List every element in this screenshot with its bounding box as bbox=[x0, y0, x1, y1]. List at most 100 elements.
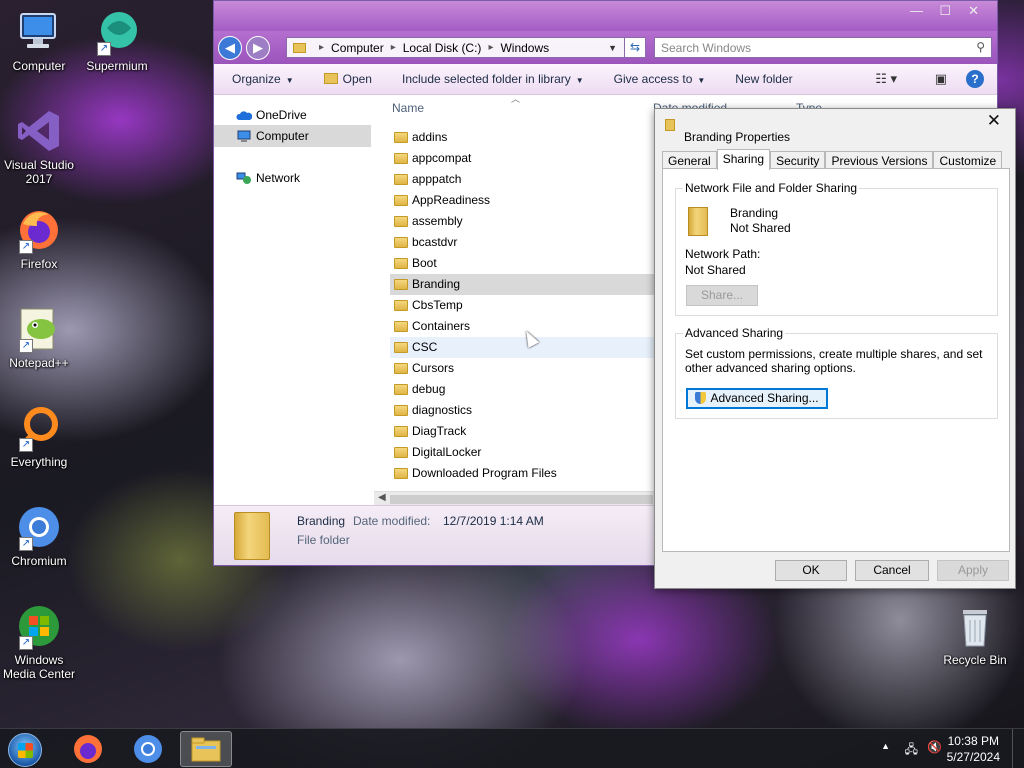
include-in-library-button[interactable]: Include selected folder in library ▼ bbox=[402, 72, 584, 86]
folder-icon bbox=[394, 426, 408, 437]
file-name: Downloaded Program Files bbox=[412, 466, 557, 480]
desktop-icon-firefox[interactable]: ↗ Firefox bbox=[1, 206, 77, 271]
organize-button[interactable]: Organize ▼ bbox=[232, 72, 294, 86]
file-name: DigitalLocker bbox=[412, 445, 482, 459]
give-access-button[interactable]: Give access to ▼ bbox=[614, 72, 706, 86]
advanced-sharing-group: Advanced Sharing Set custom permissions,… bbox=[675, 326, 998, 419]
folder-icon bbox=[394, 153, 408, 164]
desktop-icon-computer[interactable]: Computer bbox=[1, 8, 77, 73]
maximize-icon[interactable]: ☐ bbox=[939, 3, 951, 19]
taskbar-chromium[interactable] bbox=[122, 731, 174, 767]
minimize-icon[interactable]: — bbox=[910, 3, 923, 18]
folder-icon bbox=[234, 512, 270, 560]
file-name: bcastdvr bbox=[412, 235, 458, 249]
apply-button[interactable]: Apply bbox=[937, 560, 1009, 581]
file-name: apppatch bbox=[412, 172, 462, 186]
back-button[interactable]: ◀ bbox=[218, 36, 242, 60]
group-title: Advanced Sharing bbox=[683, 326, 786, 340]
dialog-title: Branding Properties bbox=[684, 130, 791, 144]
folder-icon bbox=[394, 468, 408, 479]
file-name: Cursors bbox=[412, 361, 455, 375]
show-desktop-button[interactable] bbox=[1012, 729, 1024, 768]
desktop-icon-notepadpp[interactable]: ↗ Notepad++ bbox=[1, 305, 77, 370]
network-sharing-group: Network File and Folder Sharing Branding… bbox=[675, 181, 998, 316]
folder-icon bbox=[394, 447, 408, 458]
folder-icon bbox=[394, 132, 408, 143]
forward-button[interactable]: ▶ bbox=[246, 36, 270, 60]
file-name: debug bbox=[412, 382, 446, 396]
horizontal-scrollbar[interactable]: ◀ bbox=[374, 491, 659, 506]
sharing-tab-page: Network File and Folder Sharing Branding… bbox=[662, 168, 1010, 552]
command-bar: Organize ▼ Open Include selected folder i… bbox=[214, 64, 997, 95]
nav-item-computer[interactable]: Computer bbox=[214, 125, 371, 147]
preview-pane-icon[interactable]: ▣ bbox=[935, 71, 947, 87]
explorer-titlebar[interactable]: — ☐ ✕ bbox=[214, 1, 997, 31]
desktop-icon-windows-media-center[interactable]: ↗ Windows Media Center bbox=[1, 602, 77, 681]
desktop-icon-supermium[interactable]: ↗ Supermium bbox=[79, 8, 155, 73]
sort-up-icon: ︿ bbox=[511, 94, 521, 104]
desktop-icon-label: Notepad++ bbox=[9, 356, 69, 370]
file-name: assembly bbox=[412, 214, 463, 228]
nav-item-network[interactable]: Network bbox=[214, 167, 371, 189]
breadcrumb[interactable]: ▸ Computer ▸ Local Disk (C:) ▸ Windows ▼ bbox=[286, 37, 646, 58]
open-button[interactable]: Open bbox=[323, 72, 372, 86]
search-input[interactable]: Search Windows ⚲ bbox=[654, 37, 992, 58]
details-type: File folder bbox=[297, 533, 350, 547]
help-icon[interactable]: ? bbox=[966, 70, 984, 88]
file-name: CSC bbox=[412, 340, 438, 354]
ok-button[interactable]: OK bbox=[775, 560, 847, 581]
network-path-value: Not Shared bbox=[685, 263, 746, 277]
close-icon[interactable]: ✕ bbox=[987, 111, 1001, 131]
windows-logo-icon bbox=[18, 743, 33, 758]
network-tray-icon[interactable]: 🖧 bbox=[905, 740, 918, 761]
folder-icon bbox=[394, 405, 408, 416]
taskbar-file-explorer[interactable] bbox=[180, 731, 232, 767]
breadcrumb-item[interactable]: Local Disk (C:) bbox=[403, 41, 482, 55]
desktop-icon-label: Windows Media Center bbox=[2, 653, 76, 681]
volume-muted-icon[interactable]: 🔇 bbox=[927, 740, 942, 754]
everything-icon: ↗ bbox=[15, 404, 63, 452]
tab-strip: General Sharing Security Previous Versio… bbox=[662, 149, 1003, 170]
desktop-icon-everything[interactable]: ↗ Everything bbox=[1, 404, 77, 469]
branding-properties-dialog[interactable]: Branding Properties ✕ General Sharing Se… bbox=[654, 108, 1016, 589]
desktop-icon-chromium[interactable]: ↗ Chromium bbox=[1, 503, 77, 568]
taskbar-firefox[interactable] bbox=[62, 731, 114, 767]
file-explorer-icon bbox=[191, 737, 221, 762]
breadcrumb-item[interactable]: Windows bbox=[500, 41, 549, 55]
visual-studio-icon bbox=[15, 107, 63, 155]
start-button[interactable] bbox=[8, 733, 42, 767]
share-folder-name: Branding bbox=[730, 206, 779, 220]
file-name: appcompat bbox=[412, 151, 472, 165]
desktop-icon-label: Firefox bbox=[20, 257, 58, 271]
refresh-button[interactable]: ⇆ bbox=[624, 37, 646, 58]
show-hidden-icons[interactable]: ▲ bbox=[881, 741, 890, 751]
file-name: Containers bbox=[412, 319, 471, 333]
folder-icon bbox=[688, 207, 708, 236]
shortcut-arrow-icon: ↗ bbox=[19, 438, 33, 452]
open-label: Open bbox=[342, 72, 372, 86]
desktop-icon-label: Supermium bbox=[86, 59, 148, 73]
cancel-button[interactable]: Cancel bbox=[855, 560, 929, 581]
column-header-name[interactable]: Name bbox=[392, 96, 424, 120]
details-name: Branding bbox=[297, 514, 346, 528]
nav-item-onedrive[interactable]: OneDrive bbox=[214, 104, 371, 126]
advanced-sharing-button[interactable]: Advanced Sharing... bbox=[686, 388, 828, 409]
breadcrumb-item[interactable]: Computer bbox=[331, 41, 384, 55]
scrollbar-thumb[interactable] bbox=[390, 495, 653, 504]
shortcut-arrow-icon: ↗ bbox=[19, 339, 33, 353]
new-folder-button[interactable]: New folder bbox=[735, 72, 792, 86]
firefox-icon bbox=[74, 735, 102, 763]
taskbar-clock[interactable]: 10:38 PM 5/27/2024 bbox=[947, 733, 1000, 765]
desktop-icon-label: Everything bbox=[10, 455, 68, 469]
close-icon[interactable]: ✕ bbox=[968, 3, 979, 19]
tab-sharing[interactable]: Sharing bbox=[716, 149, 771, 170]
uac-shield-icon bbox=[695, 392, 707, 404]
folder-icon bbox=[394, 342, 408, 353]
desktop-icon-visual-studio[interactable]: Visual Studio 2017 bbox=[1, 107, 77, 186]
chromium-icon: ↗ bbox=[15, 503, 63, 551]
view-options-icon[interactable]: ☷ ▾ bbox=[875, 71, 897, 87]
desktop-icon-recycle-bin[interactable]: Recycle Bin bbox=[937, 602, 1013, 667]
scroll-left-icon[interactable]: ◀ bbox=[378, 492, 386, 503]
chevron-down-icon[interactable]: ▼ bbox=[608, 43, 617, 53]
share-button[interactable]: Share... bbox=[686, 285, 758, 306]
